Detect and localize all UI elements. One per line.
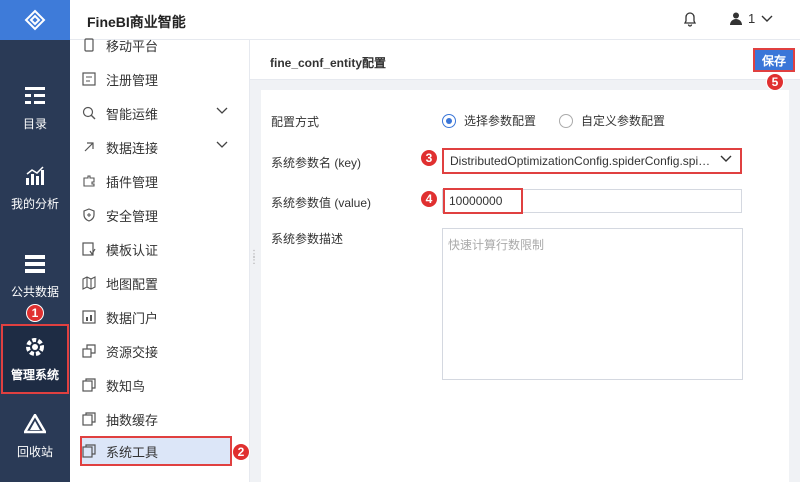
main-nav-rail: 目录 我的分析 公共数据 管理系统 回收站 <box>0 0 70 482</box>
submenu-label: 数知鸟 <box>106 378 146 394</box>
logo-icon <box>24 9 46 31</box>
bell-icon[interactable] <box>682 11 698 27</box>
shield-icon <box>82 208 96 222</box>
content-header: fine_conf_entity配置 保存 <box>250 40 800 80</box>
radio-dot <box>442 113 456 128</box>
step-badge-5: 5 <box>766 73 784 91</box>
gear-icon <box>24 336 46 358</box>
submenu-item-registration[interactable]: 注册管理 <box>82 64 242 94</box>
logo[interactable] <box>0 0 70 40</box>
value-input[interactable]: 10000000 <box>442 188 742 214</box>
portal-icon <box>82 310 96 324</box>
radio-label: 自定义参数配置 <box>581 114 666 128</box>
submenu-label: 安全管理 <box>106 208 159 224</box>
config-form: 配置方式 选择参数配置 自定义参数配置 系统参数名 (key) Distribu… <box>261 90 789 482</box>
radio-select-param[interactable]: 选择参数配置 <box>442 112 536 129</box>
registration-icon <box>82 72 96 86</box>
radio-custom-param[interactable]: 自定义参数配置 <box>559 112 665 129</box>
handover-icon <box>82 344 96 358</box>
save-button[interactable]: 保存 <box>753 48 795 72</box>
submenu-item-plugins[interactable]: 插件管理 <box>82 166 242 196</box>
admin-submenu: 移动平台 注册管理 智能运维 数据连接 插件管理 安全管理 模板认证 地图配置 … <box>70 38 250 482</box>
submenu-label: 抽数缓存 <box>106 412 159 428</box>
rail-item-public-data[interactable]: 公共数据 <box>0 238 70 314</box>
user-menu[interactable]: 1 <box>730 11 773 26</box>
desc-label: 系统参数描述 <box>271 232 344 246</box>
ops-icon <box>82 106 96 120</box>
submenu-item-smart-ops[interactable]: 智能运维 <box>82 98 242 128</box>
config-mode-label: 配置方式 <box>271 115 320 129</box>
submenu-label: 数据连接 <box>106 140 159 156</box>
rail-item-label: 回收站 <box>16 444 53 459</box>
link-icon <box>82 140 96 154</box>
mobile-icon <box>82 38 96 52</box>
chevron-down-icon <box>720 155 732 162</box>
rail-item-admin-system[interactable]: 管理系统 <box>1 324 69 394</box>
submenu-label: 系统工具 <box>106 444 159 460</box>
user-icon <box>730 12 742 25</box>
key-select[interactable]: DistributedOptimizationConfig.spiderConf… <box>442 148 742 174</box>
rail-item-label: 公共数据 <box>10 284 59 299</box>
submenu-item-extract-cache[interactable]: 抽数缓存 <box>82 404 242 434</box>
chevron-down-icon <box>216 141 228 148</box>
brand-title: FineBI商业智能 <box>87 14 186 30</box>
radio-label: 选择参数配置 <box>464 114 537 128</box>
step-badge-2: 2 <box>232 443 250 461</box>
map-icon <box>82 276 96 290</box>
submenu-item-template-cert[interactable]: 模板认证 <box>82 234 242 264</box>
resize-handle[interactable]: ⋮ ⋮ <box>249 250 259 266</box>
desc-textarea[interactable]: 快速计算行数限制 <box>442 228 743 380</box>
chevron-down-icon <box>761 15 773 22</box>
step-badge-4: 4 <box>420 190 438 208</box>
submenu-label: 注册管理 <box>106 72 159 88</box>
submenu-item-shuzhiniao[interactable]: 数知鸟 <box>82 370 242 400</box>
rail-item-recycle-bin[interactable]: 回收站 <box>0 398 70 474</box>
submenu-item-security[interactable]: 安全管理 <box>82 200 242 230</box>
key-select-value: DistributedOptimizationConfig.spiderConf… <box>450 154 711 168</box>
rail-item-label: 我的分析 <box>10 196 59 211</box>
submenu-label: 地图配置 <box>106 276 159 292</box>
submenu-label: 智能运维 <box>106 106 159 122</box>
rail-item-label: 目录 <box>22 116 47 131</box>
plugin-icon <box>82 174 96 188</box>
submenu-item-data-portal[interactable]: 数据门户 <box>82 302 242 332</box>
analysis-icon <box>24 165 46 187</box>
rail-item-catalog[interactable]: 目录 <box>0 70 70 146</box>
submenu-item-resource-handover[interactable]: 资源交接 <box>82 336 242 366</box>
submenu-item-map-config[interactable]: 地图配置 <box>82 268 242 298</box>
value-input-text: 10000000 <box>443 188 523 214</box>
submenu-label: 移动平台 <box>106 38 159 54</box>
recycle-bin-icon <box>24 413 46 435</box>
step-badge-1: 1 <box>26 304 44 322</box>
rail-item-my-analysis[interactable]: 我的分析 <box>0 150 70 226</box>
chevron-down-icon <box>216 107 228 114</box>
public-data-icon <box>24 253 46 275</box>
submenu-item-mobile[interactable]: 移动平台 <box>82 30 242 60</box>
key-label: 系统参数名 (key) <box>271 156 362 170</box>
value-label: 系统参数值 (value) <box>271 196 372 210</box>
submenu-item-data-connection[interactable]: 数据连接 <box>82 132 242 162</box>
submenu-label: 数据门户 <box>106 310 159 326</box>
certificate-icon <box>82 242 96 256</box>
catalog-icon <box>24 85 46 107</box>
user-name: 1 <box>748 11 756 26</box>
document-icon <box>82 412 96 426</box>
rail-item-label: 管理系统 <box>10 367 59 382</box>
radio-dot <box>559 113 573 128</box>
submenu-label: 模板认证 <box>106 242 159 258</box>
document-icon <box>82 378 96 392</box>
submenu-item-system-tools[interactable]: 系统工具 <box>80 436 232 466</box>
document-icon <box>82 444 96 458</box>
page-title: fine_conf_entity配置 <box>270 56 387 70</box>
step-badge-3: 3 <box>420 149 438 167</box>
submenu-label: 资源交接 <box>106 344 159 360</box>
submenu-label: 插件管理 <box>106 174 159 190</box>
